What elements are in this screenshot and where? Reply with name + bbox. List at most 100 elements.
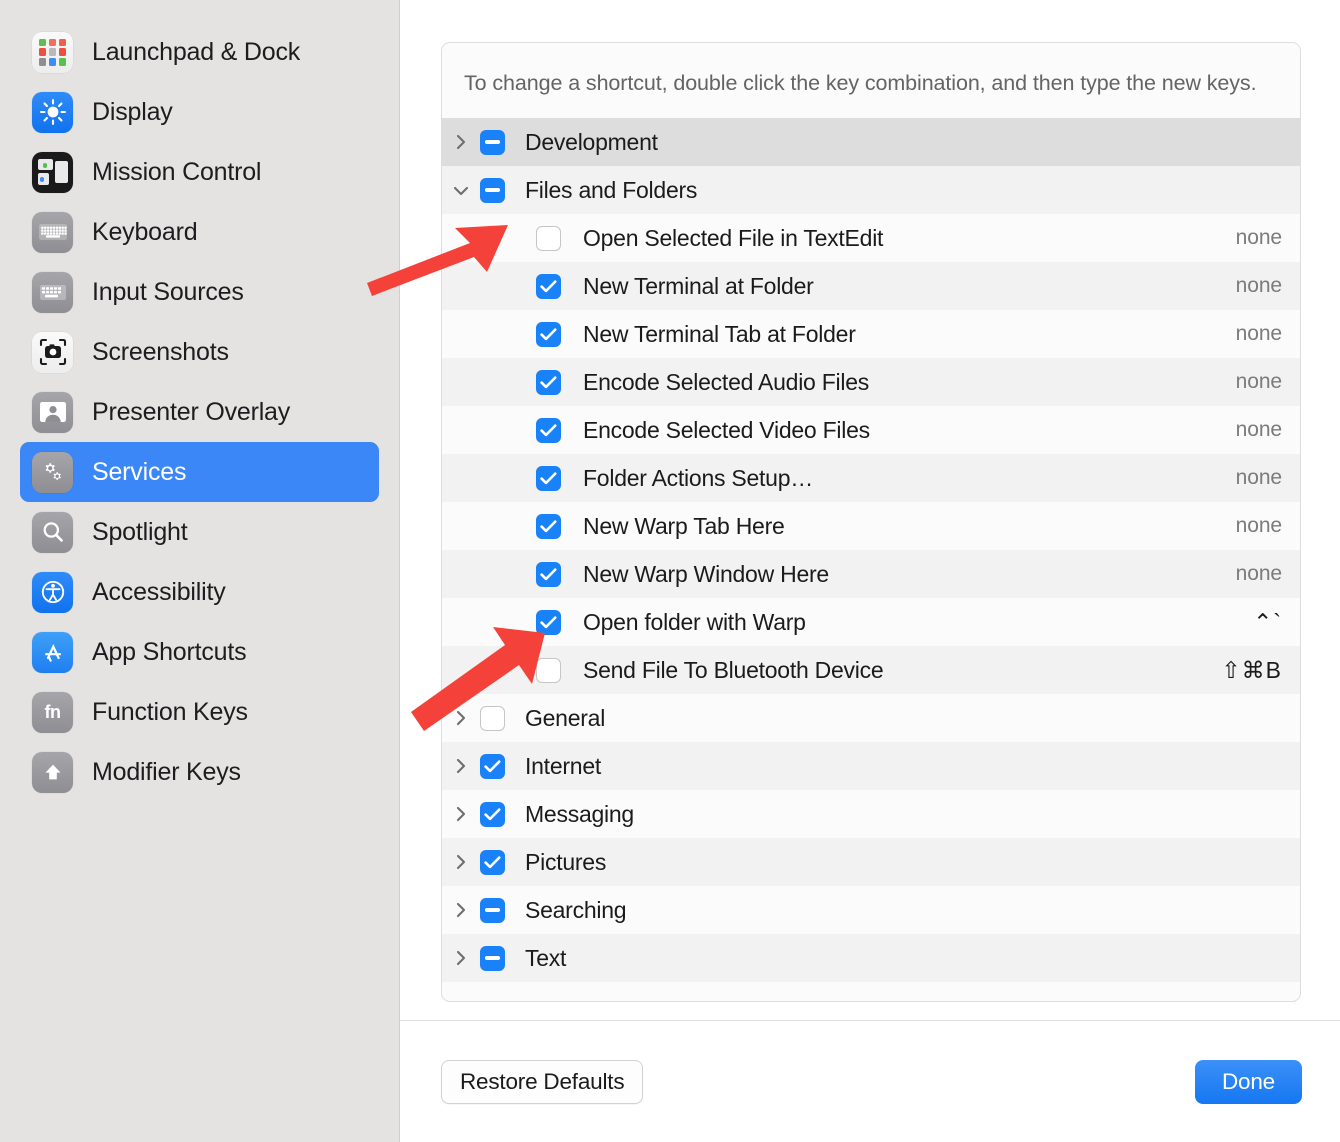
row-label: New Terminal at Folder xyxy=(583,272,814,299)
service-group-row[interactable]: Internet xyxy=(442,742,1300,790)
checkbox-checked[interactable] xyxy=(480,849,505,875)
sidebar-item-presenter-overlay[interactable]: Presenter Overlay xyxy=(20,382,379,442)
checkbox-checked[interactable] xyxy=(536,513,561,539)
row-label: Internet xyxy=(525,752,601,779)
service-item-row[interactable]: New Warp Tab Here none xyxy=(442,502,1300,550)
spotlight-icon xyxy=(32,511,73,553)
sidebar-item-keyboard[interactable]: Keyboard xyxy=(20,202,379,262)
checkbox-checked[interactable] xyxy=(536,273,561,299)
row-label: Send File To Bluetooth Device xyxy=(583,656,884,683)
checkbox-unchecked[interactable] xyxy=(536,225,561,251)
sidebar-item-function-keys[interactable]: fn Function Keys xyxy=(20,682,379,742)
service-item-row[interactable]: Open Selected File in TextEdit none xyxy=(442,214,1300,262)
sidebar-item-mission-control[interactable]: Mission Control xyxy=(20,142,379,202)
checkbox-unchecked[interactable] xyxy=(480,705,505,731)
service-item-row[interactable]: Open folder with Warp ⌃` xyxy=(442,598,1300,646)
checkbox-checked[interactable] xyxy=(536,561,561,587)
launchpad-icon xyxy=(32,31,73,73)
services-shortcut-panel: To change a shortcut, double click the k… xyxy=(441,42,1301,1002)
row-label: General xyxy=(525,704,606,731)
service-item-row[interactable]: Send File To Bluetooth Device ⇧⌘B xyxy=(442,646,1300,694)
shortcut-value[interactable]: none xyxy=(1236,262,1282,310)
sidebar-item-label: Mission Control xyxy=(92,157,262,186)
sidebar-item-app-shortcuts[interactable]: App Shortcuts xyxy=(20,622,379,682)
panel-instructions: To change a shortcut, double click the k… xyxy=(442,43,1300,118)
checkbox-mixed[interactable] xyxy=(480,177,505,203)
sidebar-item-label: Keyboard xyxy=(92,217,198,246)
checkbox-checked[interactable] xyxy=(536,609,561,635)
sidebar-item-screenshots[interactable]: Screenshots xyxy=(20,322,379,382)
shortcut-value[interactable]: none xyxy=(1236,502,1282,550)
chevron-right-icon[interactable] xyxy=(442,852,480,872)
checkbox-checked[interactable] xyxy=(536,369,561,395)
shortcut-value[interactable]: none xyxy=(1236,454,1282,502)
shortcut-value[interactable]: none xyxy=(1236,214,1282,262)
shortcut-value[interactable]: none xyxy=(1236,310,1282,358)
service-group-row[interactable]: Messaging xyxy=(442,790,1300,838)
service-group-row[interactable]: Files and Folders xyxy=(442,166,1300,214)
service-group-row[interactable]: Pictures xyxy=(442,838,1300,886)
checkbox-checked[interactable] xyxy=(480,753,505,779)
service-item-row[interactable]: Encode Selected Video Files none xyxy=(442,406,1300,454)
row-label: Encode Selected Video Files xyxy=(583,416,870,443)
sidebar-item-launchpad-dock[interactable]: Launchpad & Dock xyxy=(20,22,379,82)
shortcut-value[interactable]: ⌃` xyxy=(1253,598,1282,646)
sidebar-item-label: Display xyxy=(92,97,173,126)
service-group-row[interactable]: General xyxy=(442,694,1300,742)
sidebar-item-display[interactable]: Display xyxy=(20,82,379,142)
sidebar-item-modifier-keys[interactable]: Modifier Keys xyxy=(20,742,379,802)
sidebar-item-label: Accessibility xyxy=(92,577,226,606)
sidebar-item-label: Services xyxy=(92,457,187,486)
footer-bar: Restore Defaults Done xyxy=(400,1021,1340,1142)
sidebar-item-accessibility[interactable]: Accessibility xyxy=(20,562,379,622)
chevron-right-icon[interactable] xyxy=(442,708,480,728)
checkbox-mixed[interactable] xyxy=(480,945,505,971)
mission-control-icon xyxy=(32,151,73,193)
service-group-row[interactable]: Text xyxy=(442,934,1300,982)
restore-defaults-button[interactable]: Restore Defaults xyxy=(441,1060,644,1104)
chevron-down-icon[interactable] xyxy=(442,183,480,197)
row-label: Searching xyxy=(525,896,627,923)
sidebar-item-label: Input Sources xyxy=(92,277,244,306)
chevron-right-icon[interactable] xyxy=(442,756,480,776)
row-label: New Terminal Tab at Folder xyxy=(583,320,856,347)
sidebar-item-label: Launchpad & Dock xyxy=(92,37,301,66)
sidebar-item-label: App Shortcuts xyxy=(92,637,247,666)
service-group-row[interactable]: Searching xyxy=(442,886,1300,934)
shortcut-value[interactable]: none xyxy=(1236,406,1282,454)
services-list[interactable]: Development Files and Folders Open Selecte… xyxy=(442,118,1300,982)
sidebar: Launchpad & Dock Display Mission Control Ke… xyxy=(0,0,400,1142)
checkbox-checked[interactable] xyxy=(480,801,505,827)
checkbox-checked[interactable] xyxy=(536,321,561,347)
shortcut-value[interactable]: ⇧⌘B xyxy=(1221,646,1282,694)
chevron-right-icon[interactable] xyxy=(442,132,480,152)
checkbox-mixed[interactable] xyxy=(480,129,505,155)
system-settings-window: Launchpad & Dock Display Mission Control Ke… xyxy=(0,0,1340,1142)
chevron-right-icon[interactable] xyxy=(442,948,480,968)
sidebar-item-input-sources[interactable]: Input Sources xyxy=(20,262,379,322)
row-label: Files and Folders xyxy=(525,176,698,203)
function-keys-icon: fn xyxy=(32,691,73,733)
service-group-row[interactable]: Development xyxy=(442,118,1300,166)
chevron-right-icon[interactable] xyxy=(442,900,480,920)
sidebar-item-spotlight[interactable]: Spotlight xyxy=(20,502,379,562)
service-item-row[interactable]: New Terminal at Folder none xyxy=(442,262,1300,310)
shortcut-value[interactable]: none xyxy=(1236,358,1282,406)
shortcut-value[interactable]: none xyxy=(1236,550,1282,598)
service-item-row[interactable]: Folder Actions Setup… none xyxy=(442,454,1300,502)
sidebar-item-label: Spotlight xyxy=(92,517,188,546)
row-label: Open Selected File in TextEdit xyxy=(583,224,884,251)
service-item-row[interactable]: New Terminal Tab at Folder none xyxy=(442,310,1300,358)
row-label: Encode Selected Audio Files xyxy=(583,368,870,395)
row-label: Open folder with Warp xyxy=(583,608,806,635)
service-item-row[interactable]: Encode Selected Audio Files none xyxy=(442,358,1300,406)
checkbox-unchecked[interactable] xyxy=(536,657,561,683)
sidebar-item-services[interactable]: Services xyxy=(20,442,379,502)
checkbox-checked[interactable] xyxy=(536,417,561,443)
service-item-row[interactable]: New Warp Window Here none xyxy=(442,550,1300,598)
done-button[interactable]: Done xyxy=(1195,1060,1302,1104)
checkbox-checked[interactable] xyxy=(536,465,561,491)
checkbox-mixed[interactable] xyxy=(480,897,505,923)
chevron-right-icon[interactable] xyxy=(442,804,480,824)
main-content: To change a shortcut, double click the k… xyxy=(400,0,1340,1142)
